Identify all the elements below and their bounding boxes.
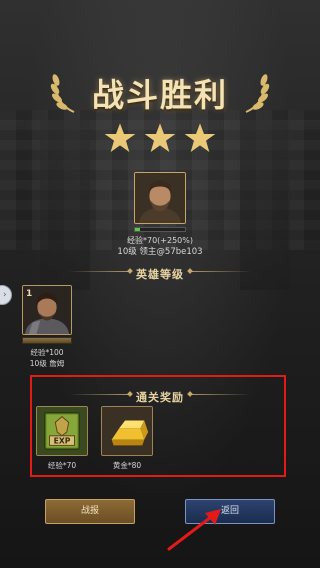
chevron-right-icon: › [3, 290, 7, 300]
exp-book-icon: EXP [37, 407, 87, 455]
hero-level-title: 英雄等级 [136, 268, 184, 281]
leader-exp-bar-fill [135, 228, 140, 231]
hero-exp-text: 经验*100 [30, 348, 64, 357]
victory-title: 战斗胜利 [91, 76, 228, 114]
divider-line [68, 271, 128, 272]
reward-exp-label: 经验*70 [47, 461, 77, 470]
exp-book-label: EXP [54, 436, 71, 445]
hero-level-header: 英雄等级 [60, 263, 260, 281]
divider-ornament [127, 391, 133, 397]
hero-name-text: 10级 詹姆 [29, 359, 65, 368]
star-icon [184, 123, 216, 152]
laurel-left-icon [50, 74, 75, 113]
reward-item-gold[interactable] [101, 406, 153, 456]
star-icon [104, 123, 136, 152]
star-icon [144, 123, 176, 152]
hero-star-badge: 1 [26, 289, 33, 299]
reward-gold-label: 黄金*80 [112, 461, 142, 470]
divider-line [68, 394, 128, 395]
divider-line [192, 271, 252, 272]
laurel-right-icon [245, 74, 270, 113]
victory-title-banner: 战斗胜利 [50, 64, 270, 120]
leader-name-text: 10级 领主@57be103 [117, 247, 203, 257]
battle-report-button[interactable]: 战报 [45, 499, 135, 524]
divider-ornament [127, 268, 133, 274]
divider-line [192, 394, 252, 395]
reward-title: 通关奖励 [136, 391, 184, 404]
pointer-arrow-icon [167, 509, 221, 551]
hero-level-bar [22, 337, 72, 344]
lord-avatar-icon [135, 173, 185, 223]
gold-bar-icon [102, 407, 152, 455]
reward-item-exp[interactable]: EXP [36, 406, 88, 456]
leader-portrait[interactable] [134, 172, 186, 224]
reward-header: 通关奖励 [60, 386, 260, 404]
star-rating [104, 122, 216, 156]
leader-exp-bar [134, 227, 186, 232]
